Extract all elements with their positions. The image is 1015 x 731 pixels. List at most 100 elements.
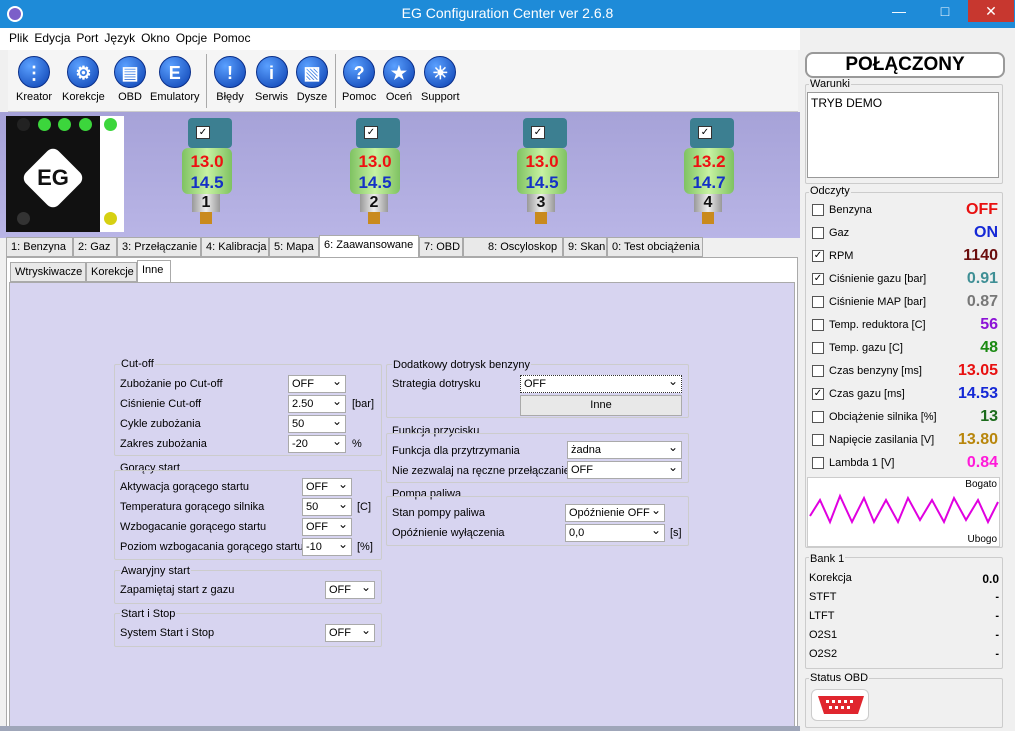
reading-row[interactable]: Napięcie zasilania [V] 13.80 [810, 430, 1000, 452]
unit-label: % [352, 438, 362, 450]
hotstart-activation-select[interactable]: OFF [302, 477, 352, 496]
injector-checkbox[interactable]: ✓ [531, 126, 545, 139]
injector-4[interactable]: ✓ 13.2 14.7 4 [684, 118, 740, 226]
reading-row[interactable]: Temp. reduktora [C] 56 [810, 315, 1000, 337]
pump-delay-select[interactable]: 0,0 [565, 523, 665, 542]
tab-zaawansowane[interactable]: 6: Zaawansowane [319, 235, 419, 257]
ocen-button[interactable]: ★ Oceń [383, 56, 415, 103]
reading-checkbox[interactable] [812, 319, 824, 331]
injector-checkbox[interactable]: ✓ [364, 126, 378, 139]
startstop-select[interactable]: OFF [325, 623, 375, 642]
petrol-strategy-select[interactable]: OFF [520, 374, 682, 393]
cutoff-label: Zakres zubożania [120, 438, 207, 450]
reading-row[interactable]: ✓ Ciśnienie gazu [bar] 0.91 [810, 269, 1000, 291]
tab-mapa[interactable]: 5: Mapa [269, 237, 319, 257]
menu-edycja[interactable]: Edycja [31, 28, 73, 48]
injector-petrol-time: 13.0 [525, 152, 559, 171]
injector-checkbox[interactable]: ✓ [196, 126, 210, 139]
emergency-select[interactable]: OFF [325, 580, 375, 599]
injector-checkbox[interactable]: ✓ [698, 126, 712, 139]
serwis-button[interactable]: i Serwis [255, 56, 288, 103]
menu-okno[interactable]: Okno [138, 28, 173, 48]
reading-row[interactable]: Obciążenie silnika [%] 13 [810, 407, 1000, 429]
reading-checkbox[interactable] [812, 411, 824, 423]
reading-checkbox[interactable]: ✓ [812, 388, 824, 400]
reading-value: 13 [980, 408, 998, 425]
tab-skan[interactable]: 9: Skan [563, 237, 607, 257]
minimize-button[interactable]: — [876, 0, 922, 22]
reading-name: Obciążenie silnika [%] [829, 411, 937, 423]
cutoff-cycles-select[interactable]: 50 [288, 414, 346, 433]
reading-row[interactable]: Lambda 1 [V] 0.84 [810, 453, 1000, 475]
reading-checkbox[interactable] [812, 457, 824, 469]
toolbar-separator [206, 54, 207, 108]
reading-checkbox[interactable] [812, 434, 824, 446]
tab-oscyloskop[interactable]: 8: Oscyloskop [463, 237, 563, 257]
reading-row[interactable]: Temp. gazu [C] 48 [810, 338, 1000, 360]
emulatory-button[interactable]: E Emulatory [150, 56, 200, 103]
support-button[interactable]: ☀ Support [421, 56, 460, 103]
hotstart-enrich-select[interactable]: OFF [302, 517, 352, 536]
hold-function-select[interactable]: żadna [567, 440, 682, 459]
menu-opcje[interactable]: Opcje [173, 28, 210, 48]
tab-benzyna[interactable]: 1: Benzyna [6, 237, 73, 257]
reading-checkbox[interactable] [812, 365, 824, 377]
menu-port[interactable]: Port [73, 28, 101, 48]
pump-state-select[interactable]: Opóźnienie OFF [565, 503, 665, 522]
reading-checkbox[interactable] [812, 342, 824, 354]
connection-status: POŁĄCZONY [805, 52, 1005, 78]
bledy-button[interactable]: ! Błędy [214, 56, 246, 103]
hotstart-level-select[interactable]: -10 [302, 537, 352, 556]
subtab-inne[interactable]: Inne [137, 260, 171, 283]
reading-checkbox[interactable] [812, 204, 824, 216]
hotstart-temp-select[interactable]: 50 [302, 497, 352, 516]
subtab-wtryskiwacze[interactable]: Wtryskiwacze [10, 262, 86, 282]
korekcje-button[interactable]: ⚙ Korekcje [62, 56, 105, 103]
reading-checkbox[interactable] [812, 296, 824, 308]
cutoff-pressure-select[interactable]: 2.50 [288, 394, 346, 413]
reading-row[interactable]: Ciśnienie MAP [bar] 0.87 [810, 292, 1000, 314]
injector-plug [356, 118, 400, 148]
pump-label: Opóźnienie wyłączenia [392, 527, 505, 539]
reading-row[interactable]: ✓ Czas gazu [ms] 14.53 [810, 384, 1000, 406]
menu-plik[interactable]: Plik [0, 28, 31, 48]
subtab-korekcje[interactable]: Korekcje [86, 262, 137, 282]
injector-gas-time: 14.5 [525, 173, 559, 192]
inne-button[interactable]: Inne [520, 395, 682, 416]
bank-row-stft: STFT - [809, 591, 999, 603]
injector-nozzle [702, 212, 714, 224]
pomoc-button[interactable]: ? Pomoc [342, 56, 376, 103]
injector-1[interactable]: ✓ 13.0 14.5 1 [182, 118, 238, 226]
tab-obd[interactable]: 7: OBD [419, 237, 463, 257]
toolbar: ⋮ Kreator ⚙ Korekcje ▤ OBD E Emulatory ! Błęd… [8, 50, 798, 112]
injector-2[interactable]: ✓ 13.0 14.5 2 [350, 118, 406, 226]
cutoff-range-select[interactable]: -20 [288, 434, 346, 453]
reading-row[interactable]: Czas benzyny [ms] 13.05 [810, 361, 1000, 383]
reading-row[interactable]: Benzyna OFF [810, 200, 1000, 222]
maximize-button[interactable]: □ [922, 0, 968, 22]
support-icon: ☀ [424, 56, 457, 88]
close-button[interactable]: ✕ [968, 0, 1014, 22]
injector-3[interactable]: ✓ 13.0 14.5 3 [517, 118, 573, 226]
reading-name: Temp. gazu [C] [829, 342, 903, 354]
cutoff-lean-select[interactable]: OFF [288, 374, 346, 393]
tab-kalibracja[interactable]: 4: Kalibracja [201, 237, 269, 257]
reading-checkbox[interactable]: ✓ [812, 273, 824, 285]
reading-checkbox[interactable]: ✓ [812, 250, 824, 262]
tab-gaz[interactable]: 2: Gaz [73, 237, 117, 257]
tab-przelaczanie[interactable]: 3: Przełączanie [117, 237, 201, 257]
obd-button[interactable]: ▤ OBD [114, 56, 146, 103]
menu-pomoc[interactable]: Pomoc [210, 28, 253, 48]
petrol-label: Strategia dotrysku [392, 378, 481, 390]
injector-nozzle [368, 212, 380, 224]
reading-row[interactable]: ✓ RPM 1140 [810, 246, 1000, 268]
injector-number: 4 [694, 194, 722, 212]
manual-switch-select[interactable]: OFF [567, 460, 682, 479]
kreator-button[interactable]: ⋮ Kreator [16, 56, 52, 103]
cutoff-title: Cut-off [120, 358, 155, 370]
menu-jezyk[interactable]: Język [101, 28, 138, 48]
reading-row[interactable]: Gaz ON [810, 223, 1000, 245]
tab-test-obciazenia[interactable]: 0: Test obciążenia [607, 237, 703, 257]
dysze-button[interactable]: ▧ Dysze [296, 56, 328, 103]
reading-checkbox[interactable] [812, 227, 824, 239]
